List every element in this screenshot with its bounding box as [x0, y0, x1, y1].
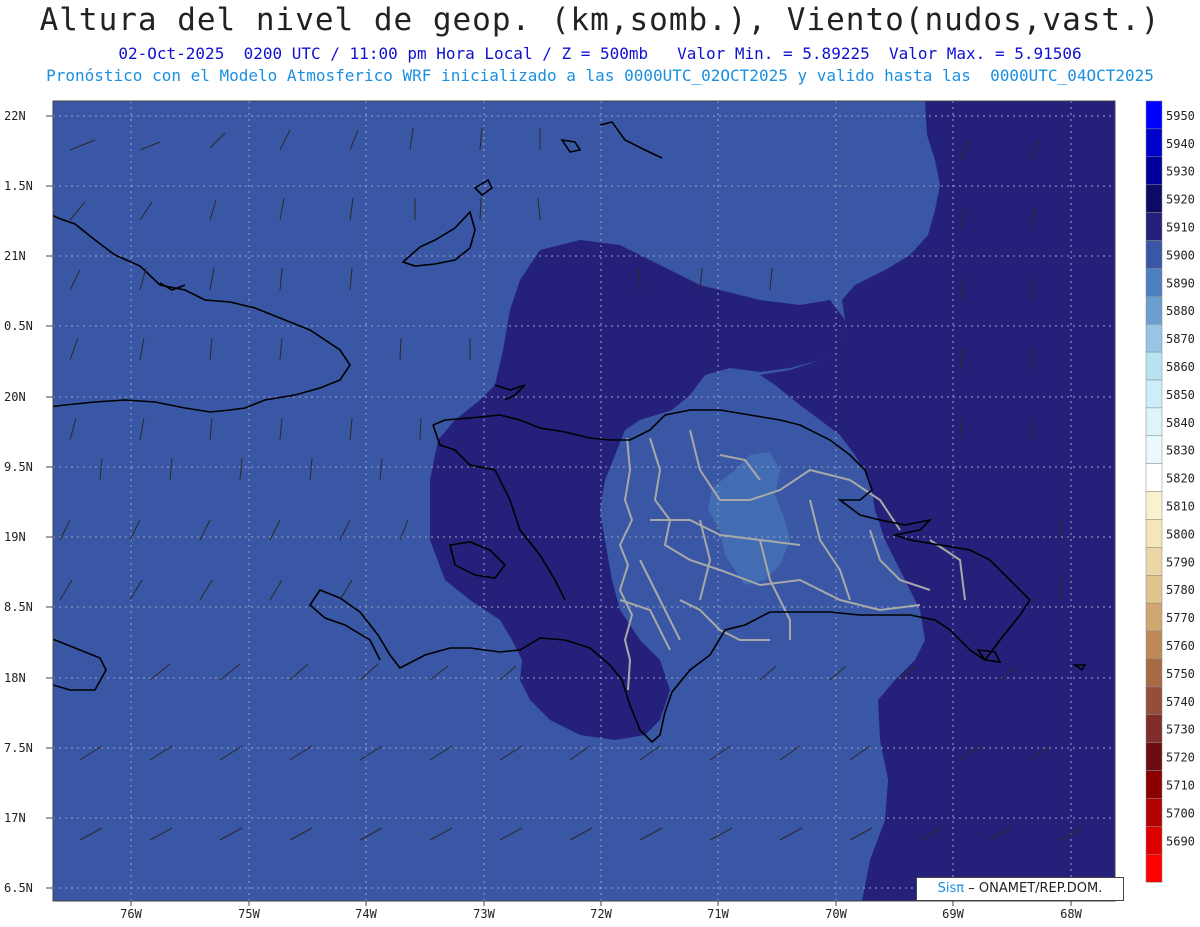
- colorbar-label: 5920: [1166, 193, 1195, 207]
- colorbar-swatch: [1145, 547, 1163, 576]
- lon-label: 70W: [825, 907, 847, 921]
- colorbar-label: 5740: [1166, 695, 1195, 709]
- colorbar: 5950 5940 5930 5920 5910 5900 5890 5880 5870 5860…: [1145, 100, 1195, 883]
- credit-text: – ONAMET/REP.DOM.: [968, 881, 1103, 896]
- colorbar-label: 5830: [1166, 444, 1195, 458]
- colorbar-swatch: [1145, 714, 1163, 743]
- lat-label: 7.5N: [4, 741, 33, 755]
- colorbar-label: 5900: [1166, 248, 1195, 262]
- colorbar-label: 5720: [1166, 751, 1195, 765]
- colorbar-swatch: [1145, 658, 1163, 688]
- colorbar-label: 5860: [1166, 360, 1195, 374]
- lat-label: 17N: [4, 811, 26, 825]
- colorbar-swatch: [1145, 240, 1163, 269]
- colorbar-swatch: [1145, 770, 1163, 799]
- colorbar-swatch: [1145, 268, 1163, 297]
- longitude-axis: 76W 75W 74W 73W 72W 71W 70W 69W 68W: [120, 901, 1083, 921]
- lon-label: 74W: [355, 907, 377, 921]
- lat-label: 8.5N: [4, 600, 33, 614]
- colorbar-swatch: [1145, 296, 1163, 325]
- colorbar-swatch: [1145, 519, 1163, 548]
- lon-label: 73W: [473, 907, 495, 921]
- lon-label: 75W: [238, 907, 260, 921]
- lat-label: 19N: [4, 530, 26, 544]
- colorbar-swatch: [1145, 184, 1163, 213]
- colorbar-label: 5840: [1166, 416, 1195, 430]
- colorbar-swatch: [1145, 826, 1163, 855]
- lon-label: 68W: [1060, 907, 1082, 921]
- colorbar-label: 5770: [1166, 611, 1195, 625]
- lat-label: 0.5N: [4, 319, 33, 333]
- colorbar-swatch: [1145, 575, 1163, 604]
- colorbar-swatch: [1145, 128, 1163, 158]
- lon-label: 69W: [942, 907, 964, 921]
- colorbar-label: 5870: [1166, 332, 1195, 346]
- colorbar-swatch: [1145, 463, 1163, 492]
- lon-label: 76W: [120, 907, 142, 921]
- colorbar-swatch: [1145, 379, 1163, 409]
- colorbar-swatch: [1145, 323, 1163, 353]
- lat-label: 21N: [4, 249, 26, 263]
- colorbar-swatch: [1145, 854, 1163, 883]
- colorbar-swatch: [1145, 407, 1163, 437]
- colorbar-label: 5850: [1166, 388, 1195, 402]
- colorbar-label: 5820: [1166, 472, 1195, 486]
- colorbar-label: 5950: [1166, 109, 1195, 123]
- lat-label: 20N: [4, 390, 26, 404]
- credit-brand: Sisπ: [937, 881, 965, 896]
- colorbar-label: 5700: [1166, 806, 1195, 820]
- colorbar-swatch: [1145, 351, 1163, 381]
- colorbar-label: 5790: [1166, 555, 1195, 569]
- colorbar-swatch: [1145, 630, 1163, 660]
- colorbar-swatch: [1145, 435, 1163, 464]
- colorbar-swatch: [1145, 742, 1163, 771]
- colorbar-label: 5730: [1166, 723, 1195, 737]
- colorbar-label: 5780: [1166, 583, 1195, 597]
- colorbar-label: 5750: [1166, 667, 1195, 681]
- map-plot-area: [53, 101, 1115, 901]
- colorbar-swatch: [1145, 100, 1163, 130]
- lon-label: 72W: [590, 907, 612, 921]
- colorbar-label: 5940: [1166, 137, 1195, 151]
- colorbar-swatch: [1145, 686, 1163, 716]
- colorbar-label: 5690: [1166, 834, 1195, 848]
- lat-label: 1.5N: [4, 179, 33, 193]
- colorbar-label: 5930: [1166, 165, 1195, 179]
- map-svg: 22N 1.5N 21N 0.5N 20N 9.5N 19N 8.5N 18N …: [4, 100, 1195, 921]
- lon-label: 71W: [707, 907, 729, 921]
- colorbar-label: 5810: [1166, 500, 1195, 514]
- colorbar-swatch: [1145, 798, 1163, 827]
- lat-label: 9.5N: [4, 460, 33, 474]
- colorbar-label: 5800: [1166, 527, 1195, 541]
- colorbar-label: 5910: [1166, 221, 1195, 235]
- lat-label: 18N: [4, 671, 26, 685]
- colorbar-label: 5710: [1166, 779, 1195, 793]
- colorbar-swatch: [1145, 212, 1163, 241]
- latitude-axis: 22N 1.5N 21N 0.5N 20N 9.5N 19N 8.5N 18N …: [4, 109, 53, 895]
- colorbar-swatch: [1145, 602, 1163, 632]
- lat-label: 6.5N: [4, 881, 33, 895]
- colorbar-label: 5880: [1166, 304, 1195, 318]
- colorbar-swatch: [1145, 156, 1163, 185]
- colorbar-label: 5760: [1166, 639, 1195, 653]
- colorbar-label: 5890: [1166, 276, 1195, 290]
- colorbar-swatch: [1145, 491, 1163, 520]
- lat-label: 22N: [4, 109, 26, 123]
- credit-box: Sisπ – ONAMET/REP.DOM.: [916, 877, 1124, 901]
